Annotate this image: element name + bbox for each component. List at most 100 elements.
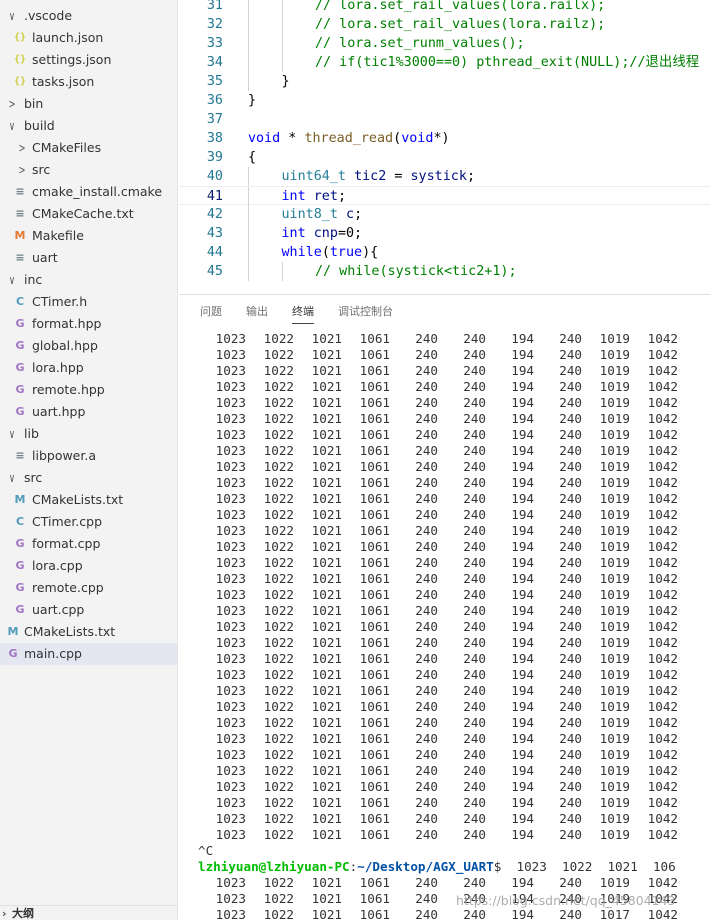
code-line[interactable]: 40 uint64_t tic2 = systick; [179,167,710,186]
file-item[interactable]: Gremote.cpp [0,577,177,599]
folder-item[interactable]: > CMakeFiles [0,137,177,159]
folder-item[interactable]: > bin [0,93,177,115]
terminal-value: 1021 [311,891,342,906]
terminal-value: 1042 [647,555,678,570]
code-line[interactable]: 43 int cnp=0; [179,224,710,243]
terminal-value: 194 [511,699,534,714]
code-line[interactable]: 34 // if(tic1%3000==0) pthread_exit(NULL)… [179,53,710,72]
terminal-value: 240 [415,603,438,618]
code-line[interactable]: 44 while(true){ [179,243,710,262]
terminal-value: 1021 [311,475,342,490]
file-item[interactable]: ≡ cmake_install.cmake [0,181,177,203]
file-item[interactable]: {} settings.json [0,49,177,71]
terminal-value: 1061 [359,907,390,920]
terminal-value: 1019 [599,763,630,778]
folder-item[interactable]: ∨ lib [0,423,177,445]
terminal-value: 240 [415,443,438,458]
tree-item-label: format.hpp [32,316,102,331]
file-item[interactable]: {} launch.json [0,27,177,49]
tree-item-label: CMakeFiles [32,140,102,155]
terminal-value: 1021 [311,571,342,586]
code-token: = [386,169,411,184]
terminal-value: 1019 [599,539,630,554]
file-item[interactable]: C CTimer.h [0,291,177,313]
terminal-value: 240 [559,475,582,490]
tab-output[interactable]: 输出 [246,304,268,324]
terminal-value: 1061 [359,667,390,682]
terminal-value: 194 [511,395,534,410]
terminal-value: 240 [559,763,582,778]
tree-item-label: CTimer.cpp [32,514,103,529]
terminal-value: 240 [415,795,438,810]
terminal-value: 1061 [359,347,390,362]
terminal-value: 1023 [215,891,246,906]
folder-item[interactable]: ∨ build [0,115,177,137]
code-line[interactable]: 33 // lora.set_runm_values(); [179,34,710,53]
file-item[interactable]: ≡ libpower.a [0,445,177,467]
file-item[interactable]: M CMakeLists.txt [0,489,177,511]
file-item[interactable]: Glora.hpp [0,357,177,379]
terminal-data-row: 1023 1022 1021 1061 240 240 194 240 1019 1042 [179,795,710,811]
code-line[interactable]: 42 uint8_t c; [179,205,710,224]
tab-debug-console[interactable]: 调试控制台 [338,304,393,324]
tree-item-label: CMakeLists.txt [32,492,124,507]
terminal-value: 1023 [215,875,246,890]
code-line[interactable]: 38 void * thread_read(void*) [179,129,710,148]
terminal-value: 1023 [215,555,246,570]
tree-item-label: .vscode [24,8,73,23]
file-item[interactable]: Gformat.hpp [0,313,177,335]
panel-tab-bar: 问题 输出 终端 调试控制台 [179,295,710,329]
code-token: int [281,226,306,241]
file-item[interactable]: M Makefile [0,225,177,247]
terminal-value: 1022 [263,331,294,346]
terminal-value: 194 [511,731,534,746]
code-line[interactable]: 45 // while(systick<tic2+1); [179,262,710,281]
outline-section-header[interactable]: › 大纲 [0,905,178,920]
file-item[interactable]: Gglobal.hpp [0,335,177,357]
code-line[interactable]: 36} [179,91,710,110]
terminal-data-row: 1023 1022 1021 1061 240 240 194 240 1019 1042 [179,683,710,699]
file-item[interactable]: Guart.hpp [0,401,177,423]
tab-problems[interactable]: 问题 [200,304,222,324]
terminal-value: 1019 [599,491,630,506]
terminal-value: 1023 [215,699,246,714]
folder-item[interactable]: ∨ .vscode [0,5,177,27]
terminal-value: 1042 [647,747,678,762]
code-token: // lora.set_rail_values(lora.railx); [315,0,606,13]
tab-terminal[interactable]: 终端 [292,304,314,324]
code-line[interactable]: 31 // lora.set_rail_values(lora.railx); [179,0,710,15]
file-item[interactable]: ≡ CMakeCache.txt [0,203,177,225]
folder-item[interactable]: > src [0,159,177,181]
file-item[interactable]: C CTimer.cpp [0,511,177,533]
terminal-value: 1019 [599,411,630,426]
file-item[interactable]: Gremote.hpp [0,379,177,401]
file-item[interactable]: M CMakeLists.txt [0,621,177,643]
code-line[interactable]: 35} [179,72,710,91]
code-line[interactable]: 37 [179,110,710,129]
terminal-value: 240 [415,571,438,586]
file-item[interactable]: {} tasks.json [0,71,177,93]
terminal-value: 1061 [359,811,390,826]
terminal-value: 1021 [311,763,342,778]
terminal-output[interactable]: 1023 1022 1021 1061 240 240 194 240 1019 1042 1023… [179,331,710,920]
terminal-value: 194 [511,587,534,602]
folder-item[interactable]: ∨ inc [0,269,177,291]
code-line[interactable]: 39 { [179,148,710,167]
code-line[interactable]: 32 // lora.set_rail_values(lora.railz); [179,15,710,34]
folder-item[interactable]: ∨ src [0,467,177,489]
terminal-value: 1042 [647,619,678,634]
file-item[interactable]: Gformat.cpp [0,533,177,555]
terminal-value: 240 [463,395,486,410]
terminal-value: 1023 [215,587,246,602]
terminal-value: 1042 [647,715,678,730]
file-item[interactable]: Glora.cpp [0,555,177,577]
terminal-value: 1019 [599,571,630,586]
code-editor[interactable]: 31 // lora.set_rail_values(lora.railx); 32… [179,0,710,294]
file-item[interactable]: Guart.cpp [0,599,177,621]
file-item[interactable]: Gmain.cpp [0,643,177,665]
terminal-data-row: 1023 1022 1021 1061 240 240 194 240 1019 1042 [179,619,710,635]
code-line[interactable]: 41 int ret; [179,186,710,206]
file-item[interactable]: ≡ uart [0,247,177,269]
code-text: } [282,72,290,91]
